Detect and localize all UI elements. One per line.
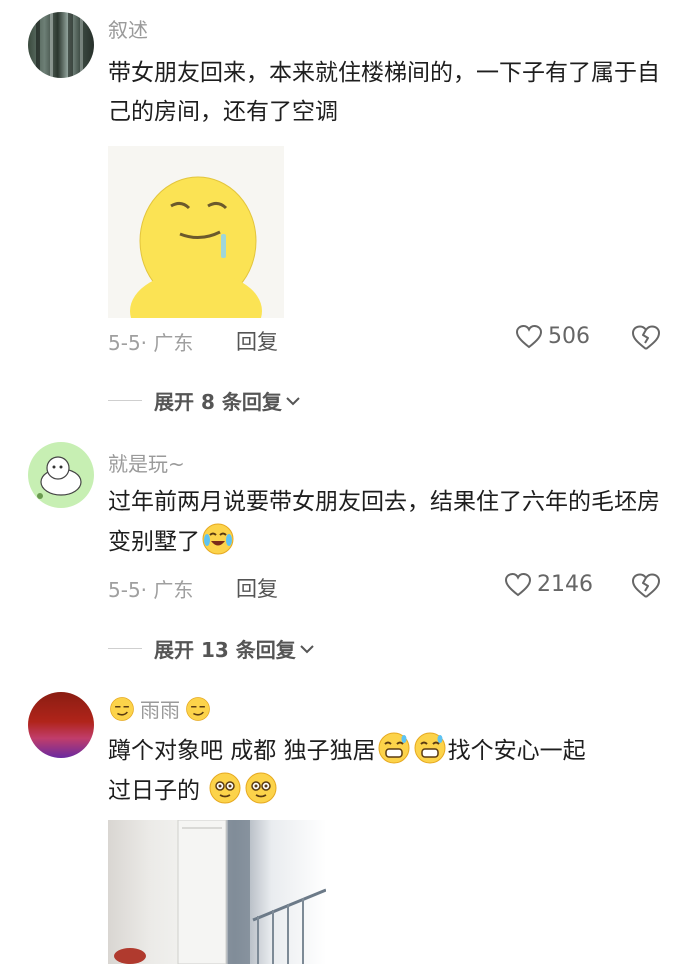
- broken-heart-icon: [632, 573, 660, 598]
- heart-outline-icon: [505, 572, 531, 596]
- expand-replies-button[interactable]: 展开 13 条回复: [108, 634, 316, 663]
- username[interactable]: 叙述: [108, 14, 148, 43]
- dizzy-face-emoji-icon: [209, 772, 241, 804]
- avatar[interactable]: [28, 692, 94, 758]
- like-count: 2146: [537, 572, 593, 597]
- avatar[interactable]: [28, 12, 94, 78]
- comment-meta: 5-5· 广东: [108, 331, 194, 355]
- comment-text: 蹲个对象吧 成都 独子独居 找个安心一起 过日子的: [108, 731, 668, 811]
- broken-heart-icon: [632, 325, 660, 350]
- divider: [108, 400, 142, 401]
- comment-meta: 5-5· 广东: [108, 578, 194, 602]
- username[interactable]: 雨雨: [108, 694, 212, 723]
- avatar[interactable]: [28, 442, 94, 508]
- divider: [108, 648, 142, 649]
- dizzy-face-emoji-icon: [245, 772, 277, 804]
- like-button[interactable]: 2146: [505, 572, 593, 597]
- smirk-emoji-icon: [186, 696, 210, 721]
- reply-button[interactable]: 回复: [236, 326, 278, 356]
- sticker-image[interactable]: [108, 146, 284, 318]
- attached-photo[interactable]: [108, 820, 326, 964]
- comment-text: 过年前两月说要带女朋友回去，结果住了六年的毛坯房变别墅了: [108, 489, 660, 555]
- expand-replies-label: 展开 8 条回复: [154, 390, 282, 414]
- grinning-sweat-emoji-icon: [378, 732, 410, 764]
- like-button[interactable]: 506: [516, 324, 590, 349]
- chevron-down-icon: [286, 396, 300, 405]
- heart-outline-icon: [516, 324, 542, 348]
- expand-replies-label: 展开 13 条回复: [154, 638, 296, 662]
- dislike-button[interactable]: [632, 573, 660, 603]
- username[interactable]: 就是玩~: [108, 448, 185, 477]
- comment-text: 带女朋友回来，本来就住楼梯间的，一下子有了属于自己的房间，还有了空调: [108, 60, 660, 125]
- reply-button[interactable]: 回复: [236, 573, 278, 603]
- like-count: 506: [548, 324, 590, 349]
- expand-replies-button[interactable]: 展开 8 条回复: [108, 386, 302, 415]
- dislike-button[interactable]: [632, 325, 660, 355]
- chevron-down-icon: [300, 644, 314, 653]
- smirk-emoji-icon: [110, 696, 134, 721]
- crying-laughing-emoji-icon: [202, 523, 234, 555]
- grinning-sweat-emoji-icon: [414, 732, 446, 764]
